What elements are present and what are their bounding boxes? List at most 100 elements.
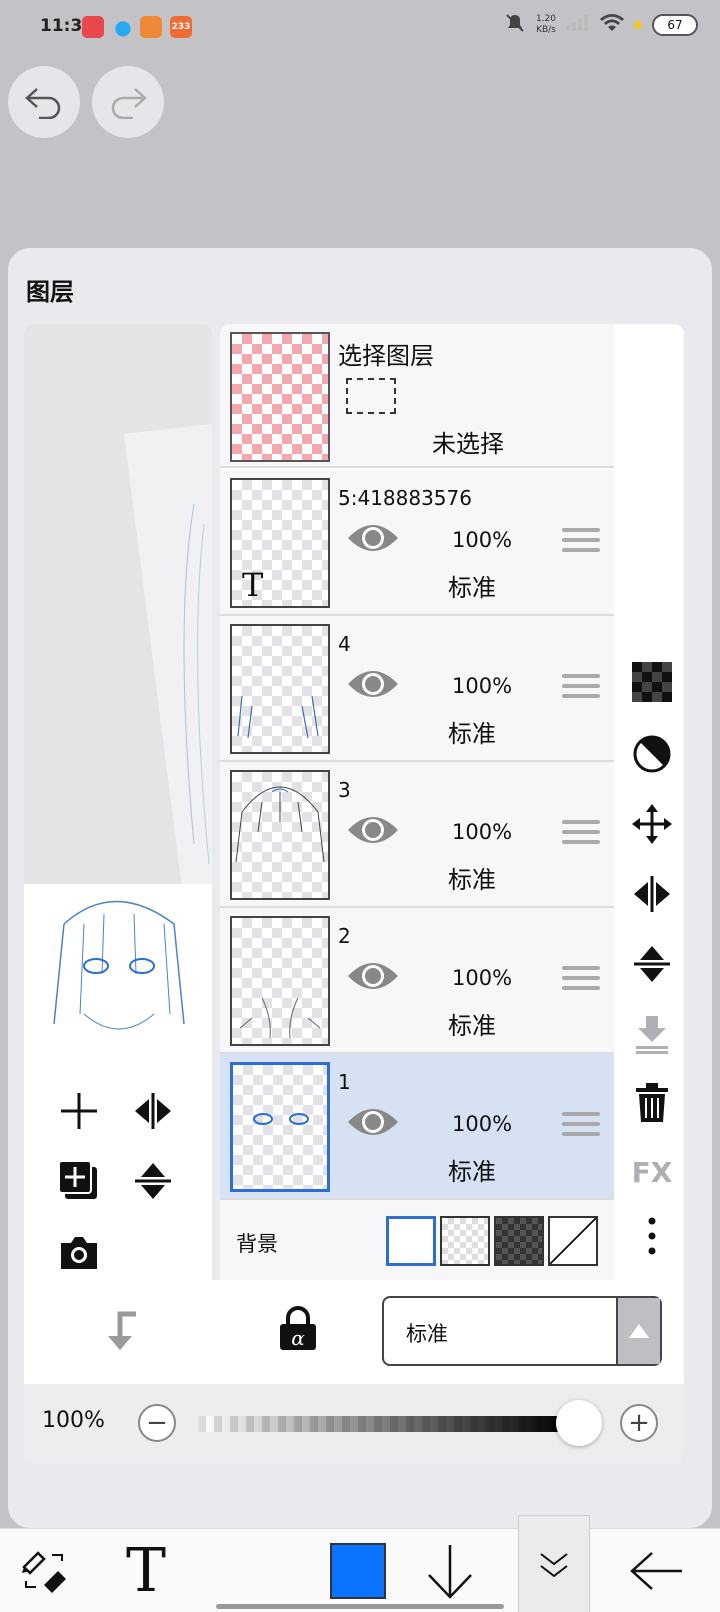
layer-tools-column: FX bbox=[620, 324, 684, 1308]
layer-opacity: 100% bbox=[452, 528, 513, 552]
layer-opacity: 100% bbox=[452, 820, 513, 844]
alpha-lock-button[interactable]: α bbox=[278, 1306, 318, 1356]
visibility-eye-icon[interactable] bbox=[346, 958, 400, 994]
flip-layer-vertical-button[interactable] bbox=[630, 942, 674, 986]
layer-thumbnail bbox=[230, 1062, 330, 1192]
layer-row[interactable]: 2 100% 标准 bbox=[220, 908, 614, 1054]
layer-panel: 图层 选择图层 未选择 T 5:418883576 100% 标准 4 100%… bbox=[8, 248, 712, 1528]
background-label: 背景 bbox=[236, 1232, 278, 1256]
background-none-swatch[interactable] bbox=[548, 1216, 598, 1266]
chevron-up-icon bbox=[616, 1298, 660, 1364]
merge-down-button[interactable] bbox=[630, 1012, 674, 1056]
opacity-slider-knob[interactable] bbox=[556, 1400, 602, 1446]
text-tool-button[interactable]: T bbox=[116, 1536, 176, 1606]
selection-state: 未选择 bbox=[432, 430, 504, 458]
layer-property-bar: α 标准 bbox=[24, 1280, 684, 1384]
flip-horizontal-icon bbox=[135, 1093, 171, 1129]
drag-handle-icon[interactable] bbox=[562, 528, 600, 558]
transparency-lock-button[interactable] bbox=[630, 660, 674, 704]
layer-blend-mode: 标准 bbox=[448, 1158, 496, 1186]
background-row: 背景 bbox=[220, 1200, 614, 1280]
layer-name: 5:418883576 bbox=[338, 486, 472, 510]
double-chevron-down-icon bbox=[540, 1552, 568, 1577]
drag-handle-icon[interactable] bbox=[562, 966, 600, 996]
plus-icon bbox=[61, 1093, 97, 1129]
arrow-down-icon bbox=[428, 1545, 472, 1599]
game-notification-icon bbox=[140, 16, 162, 38]
flip-vertical-icon bbox=[135, 1163, 171, 1199]
flip-horizontal-canvas-button[interactable] bbox=[130, 1088, 176, 1134]
layer-thumbnail bbox=[230, 916, 330, 1046]
camera-import-button[interactable] bbox=[56, 1230, 102, 1276]
app-notification-icon bbox=[82, 16, 104, 38]
redo-button[interactable] bbox=[92, 66, 164, 138]
layer-row-selected[interactable]: 1 100% 标准 bbox=[220, 1054, 614, 1200]
selection-layer-thumbnail bbox=[230, 332, 330, 462]
canvas-preview[interactable] bbox=[24, 324, 212, 1308]
more-options-button[interactable] bbox=[630, 1214, 674, 1258]
blend-mode-select[interactable]: 标准 bbox=[382, 1296, 662, 1366]
brush-color-swatch[interactable] bbox=[330, 1543, 386, 1599]
drag-handle-icon[interactable] bbox=[562, 674, 600, 704]
clip-arrow-icon bbox=[108, 1311, 136, 1350]
drag-handle-icon[interactable] bbox=[562, 820, 600, 850]
opacity-decrease-button[interactable]: − bbox=[138, 1404, 176, 1442]
background-transparent-light-swatch[interactable] bbox=[440, 1216, 490, 1266]
battery-indicator: 67 bbox=[652, 14, 698, 36]
add-layer-button[interactable] bbox=[56, 1088, 102, 1134]
undo-icon bbox=[25, 88, 61, 119]
layer-row[interactable]: 4 100% 标准 bbox=[220, 616, 614, 762]
opacity-increase-button[interactable]: + bbox=[620, 1404, 658, 1442]
panel-title: 图层 bbox=[26, 278, 74, 306]
opacity-slider[interactable] bbox=[198, 1416, 568, 1432]
background-white-swatch[interactable] bbox=[386, 1216, 436, 1266]
bottom-toolbar: T bbox=[0, 1515, 720, 1612]
more-vertical-icon bbox=[648, 1217, 656, 1255]
layer-down-button[interactable] bbox=[420, 1541, 480, 1601]
app-233-icon: 233 bbox=[170, 16, 192, 38]
selection-marquee-icon bbox=[346, 378, 396, 414]
layer-name: 3 bbox=[338, 778, 351, 802]
fx-button[interactable]: FX bbox=[630, 1150, 674, 1194]
move-arrows-icon bbox=[632, 804, 672, 844]
opacity-value: 100% bbox=[42, 1408, 105, 1433]
layer-thumbnail: T bbox=[230, 478, 330, 608]
alpha-lock-icon: α bbox=[280, 1306, 316, 1350]
visibility-eye-icon[interactable] bbox=[346, 666, 400, 702]
layer-opacity: 100% bbox=[452, 674, 513, 698]
layer-blend-mode: 标准 bbox=[448, 720, 496, 748]
wifi-icon bbox=[600, 14, 624, 36]
preview-sketch bbox=[124, 424, 212, 904]
delete-layer-button[interactable] bbox=[630, 1080, 674, 1124]
visibility-eye-icon[interactable] bbox=[346, 1104, 400, 1140]
undo-button[interactable] bbox=[8, 66, 80, 138]
background-transparent-dark-swatch[interactable] bbox=[494, 1216, 544, 1266]
merge-down-icon bbox=[636, 1016, 668, 1054]
battery-saver-dot bbox=[634, 21, 642, 29]
camera-icon bbox=[61, 1237, 97, 1269]
visibility-eye-icon[interactable] bbox=[346, 812, 400, 848]
clipping-button[interactable] bbox=[630, 732, 674, 776]
move-layer-button[interactable] bbox=[630, 802, 674, 846]
selection-layer-title: 选择图层 bbox=[338, 342, 434, 370]
checkerboard-icon bbox=[632, 662, 672, 702]
svg-text:α: α bbox=[291, 1326, 305, 1350]
layer-row[interactable]: T 5:418883576 100% 标准 bbox=[220, 470, 614, 616]
duplicate-layer-button[interactable] bbox=[56, 1158, 102, 1204]
flip-vertical-canvas-button[interactable] bbox=[130, 1158, 176, 1204]
back-button[interactable] bbox=[626, 1541, 686, 1601]
status-bar: 11:31 ● 233 1.20 KB/s 67 bbox=[0, 0, 720, 56]
brush-eraser-toggle-button[interactable] bbox=[14, 1541, 74, 1601]
network-speed: 1.20 KB/s bbox=[535, 14, 556, 35]
flip-layer-horizontal-button[interactable] bbox=[630, 872, 674, 916]
clip-to-below-button[interactable] bbox=[100, 1310, 140, 1356]
arrow-left-icon bbox=[630, 1552, 682, 1590]
drag-handle-icon[interactable] bbox=[562, 1112, 600, 1142]
collapse-panel-button[interactable] bbox=[518, 1515, 590, 1612]
visibility-eye-icon[interactable] bbox=[346, 520, 400, 556]
layer-row[interactable]: 3 100% 标准 bbox=[220, 762, 614, 908]
home-indicator[interactable] bbox=[216, 1604, 504, 1609]
qq-notification-icon: ● bbox=[114, 15, 132, 39]
signal-icon bbox=[566, 15, 590, 35]
selection-layer-row[interactable]: 选择图层 未选择 bbox=[220, 324, 614, 468]
